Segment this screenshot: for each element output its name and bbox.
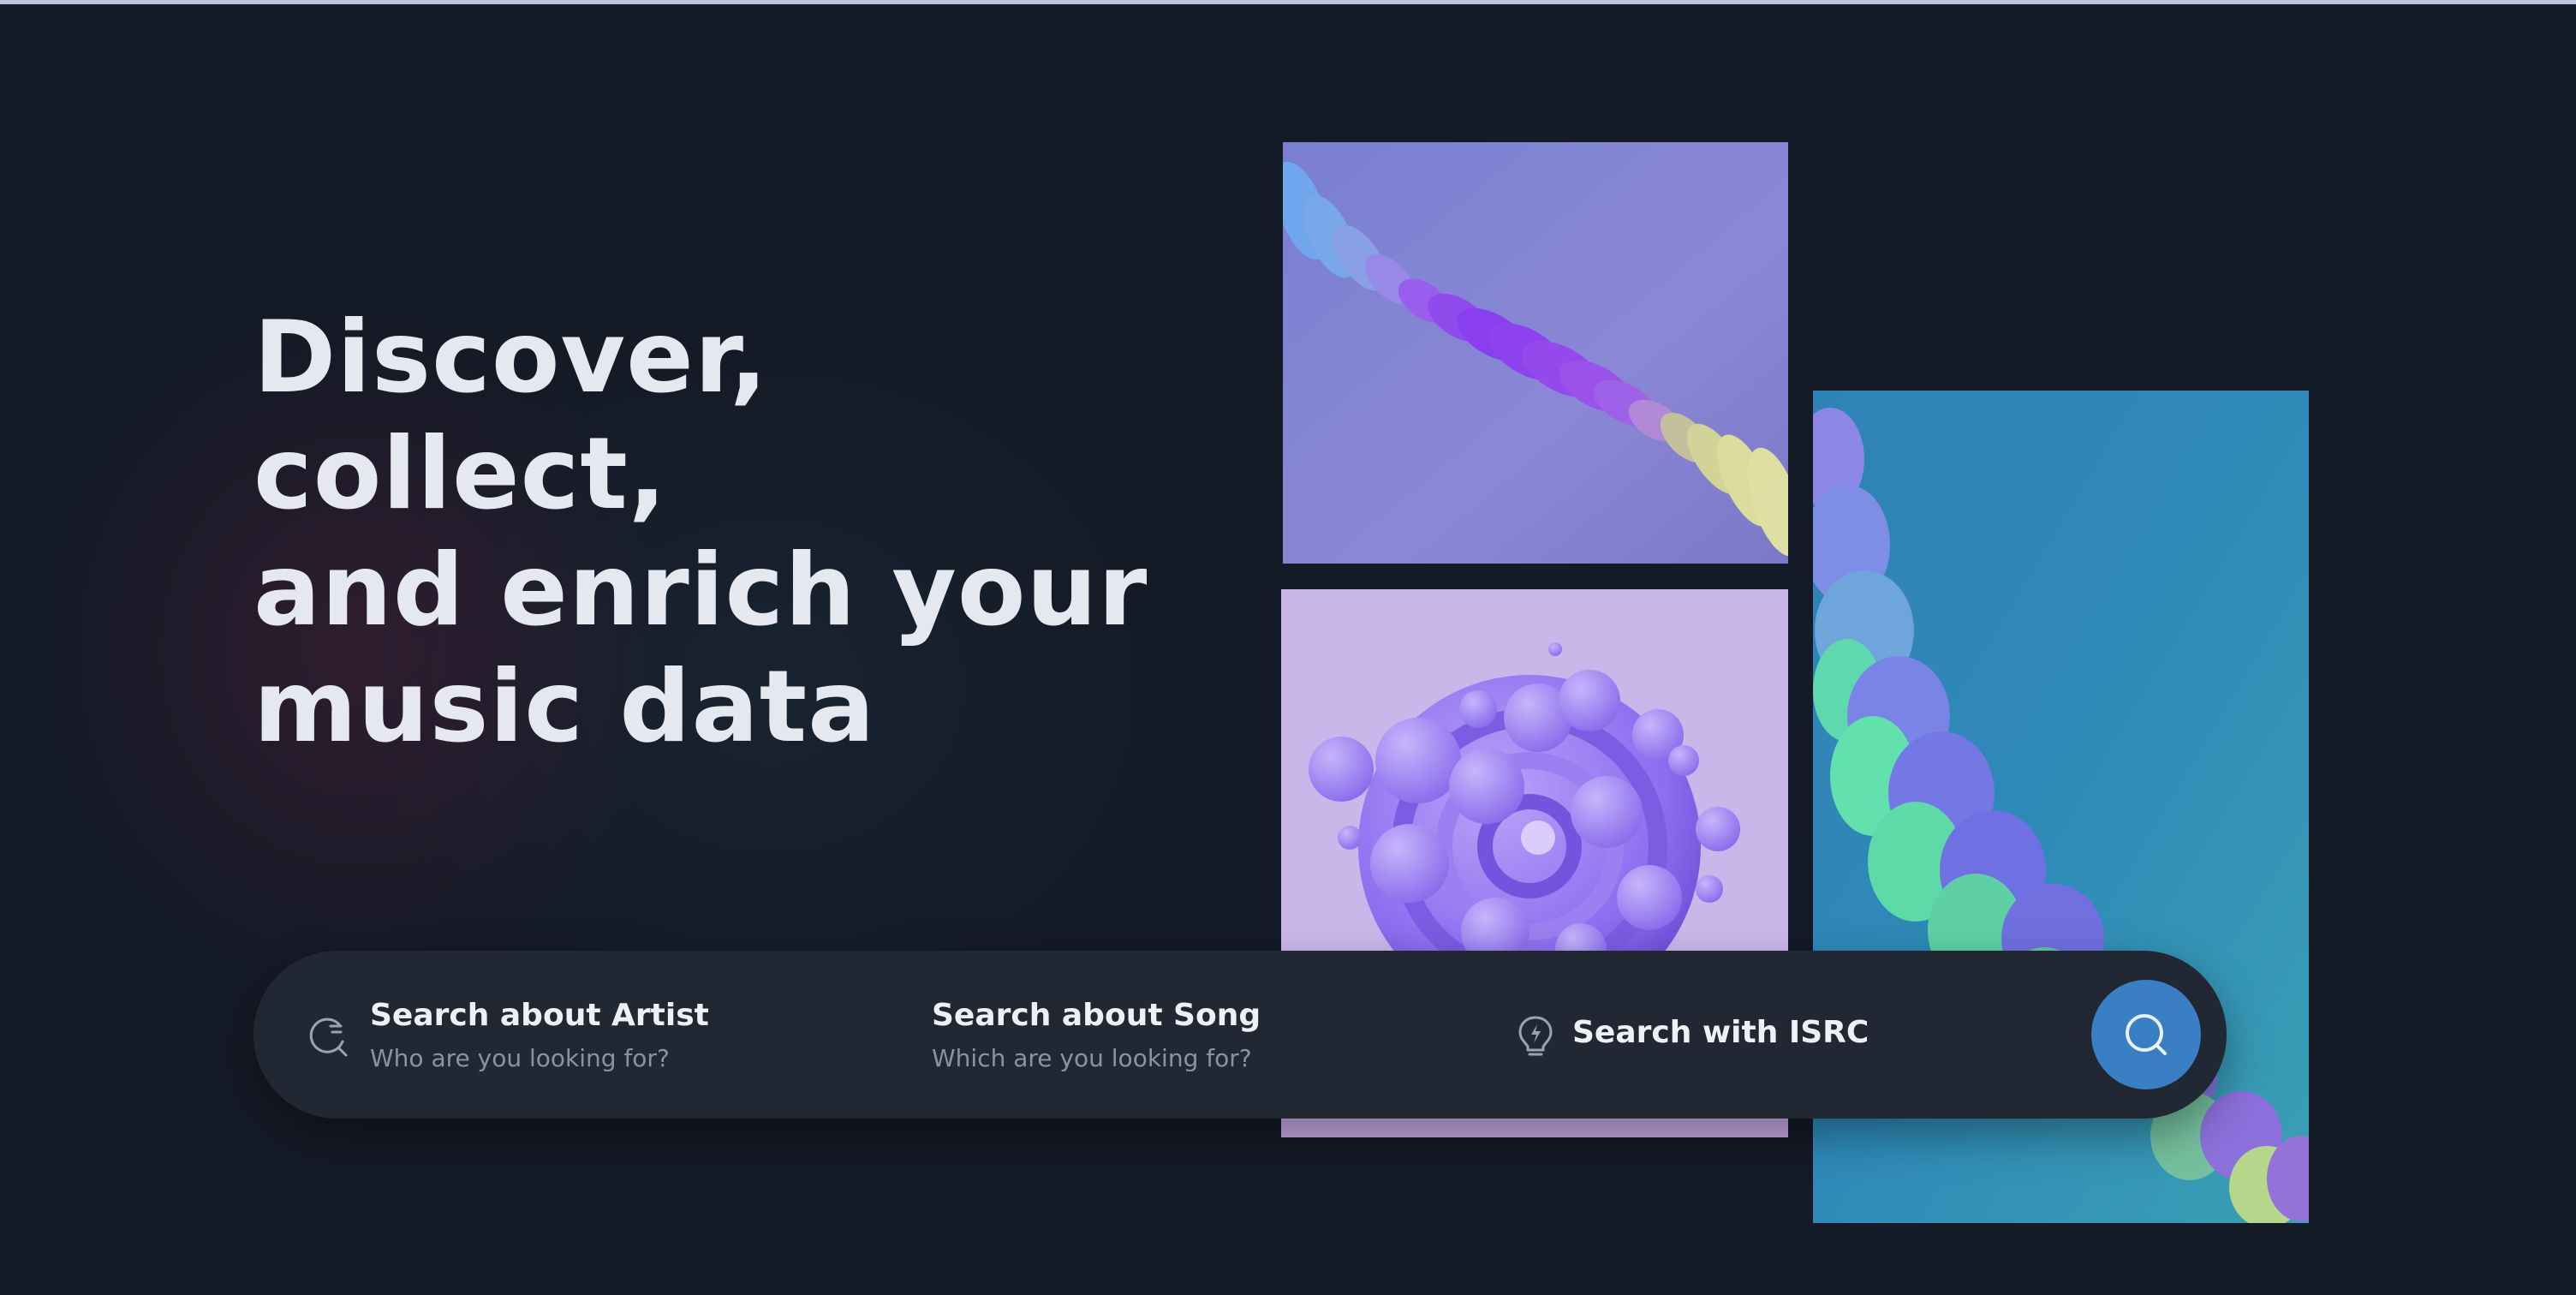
search-song-placeholder: Which are you looking for?: [932, 1044, 1252, 1072]
search-artist-placeholder: Who are you looking for?: [370, 1044, 670, 1072]
top-border: [0, 0, 2576, 4]
search-submit-button[interactable]: [2091, 980, 2201, 1089]
artist-search-icon: [305, 1012, 351, 1059]
landing-page: Discover, collect, and enrich your music…: [0, 0, 2576, 1295]
search-song-label: Search about Song: [932, 998, 1261, 1033]
search-bar: Search about Artist Who are you looking …: [253, 951, 2227, 1119]
hero-heading-line-1: Discover, collect,: [253, 300, 769, 532]
search-isrc-label: Search with ISRC: [1572, 1015, 1869, 1050]
search-icon: [2126, 1014, 2167, 1055]
search-artist-field[interactable]: Search about Artist Who are you looking …: [305, 951, 819, 1119]
hero-heading-line-2: and enrich your: [253, 533, 1148, 648]
search-isrc-field[interactable]: Search with ISRC: [1512, 951, 2060, 1119]
search-song-field[interactable]: Search about Song Which are you looking …: [932, 951, 1446, 1119]
bulb-icon: [1512, 1012, 1559, 1059]
search-artist-label: Search about Artist: [370, 998, 709, 1033]
hero-heading: Discover, collect, and enrich your music…: [253, 300, 1196, 766]
purple-spiral-ribbon-artwork: [1283, 142, 1788, 564]
hero-heading-line-3: music data: [253, 649, 876, 765]
